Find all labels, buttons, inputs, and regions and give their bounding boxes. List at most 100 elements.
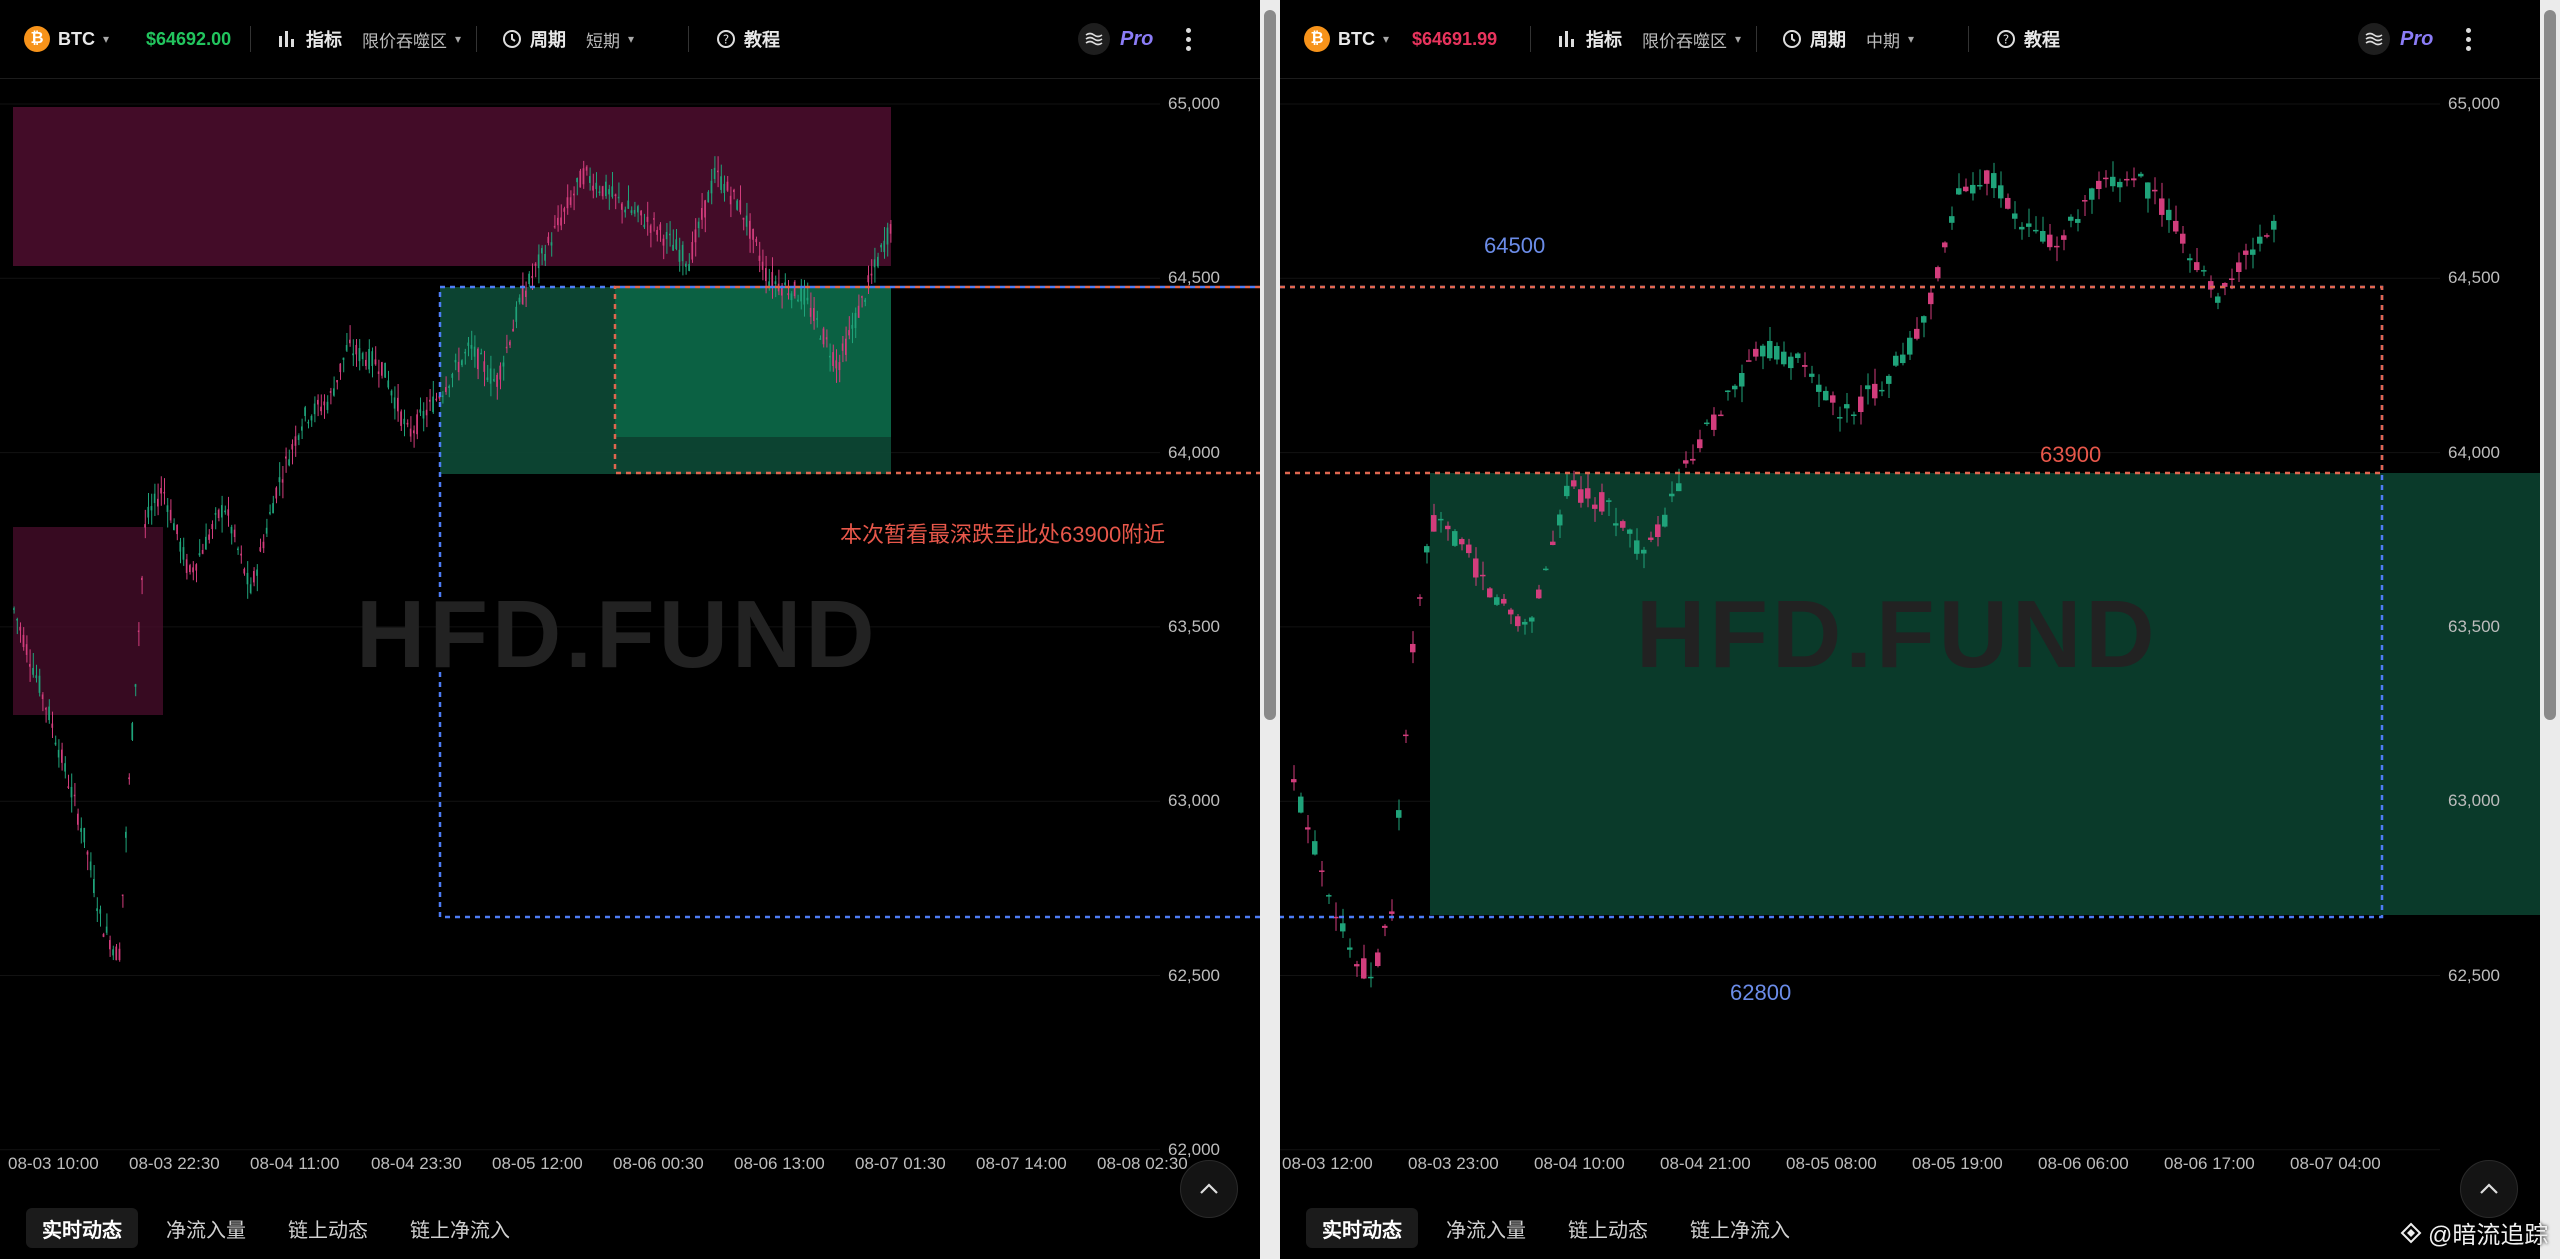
pro-button[interactable]: Pro — [2358, 0, 2433, 78]
candle — [285, 447, 287, 473]
tab-onchain[interactable]: 链上动态 — [1552, 1208, 1664, 1248]
candle — [237, 546, 239, 555]
candle — [429, 389, 431, 411]
pro-label: Pro — [2400, 27, 2434, 50]
time-tick-label: 08-06 06:00 — [2038, 1154, 2129, 1173]
time-tick-label: 08-05 08:00 — [1786, 1154, 1877, 1173]
candle — [1991, 162, 1997, 198]
candle — [83, 827, 86, 848]
tab-net-inflow[interactable]: 净流入量 — [1430, 1208, 1542, 1248]
chevron-down-icon: ▾ — [1383, 32, 1390, 46]
tutorial-label: 教程 — [744, 30, 780, 50]
candle — [179, 538, 182, 564]
indicator-label: 指标 — [1586, 30, 1622, 50]
candle — [1970, 172, 1976, 201]
price-tick-label: 63,000 — [1168, 791, 1220, 811]
pro-button[interactable]: Pro — [1078, 0, 1153, 78]
candle — [326, 395, 329, 414]
candle — [1746, 349, 1752, 362]
candle — [1410, 631, 1416, 664]
candle — [2180, 226, 2186, 254]
candle — [304, 405, 306, 422]
tab-realtime[interactable]: 实时动态 — [1306, 1208, 1418, 1248]
candle — [403, 409, 406, 437]
candle — [1942, 241, 1948, 253]
layers-icon — [1078, 23, 1110, 55]
candle — [281, 466, 284, 499]
tutorial-button[interactable]: ? 教程 — [1996, 0, 2060, 78]
indicator-selector[interactable]: 指标 限价吞噬区 ▾ — [1558, 0, 1741, 78]
scrollbar-thumb[interactable] — [1264, 10, 1276, 720]
bottom-tabs: 实时动态 净流入量 链上动态 链上净流入 — [0, 1196, 1260, 1259]
period-selector[interactable]: 周期 中期 ▾ — [1782, 0, 1914, 78]
tutorial-button[interactable]: ? 教程 — [716, 0, 780, 78]
indicator-label: 指标 — [306, 30, 342, 50]
candle — [166, 498, 169, 528]
candle — [534, 262, 537, 278]
candle — [125, 826, 127, 853]
time-tick-label: 08-07 01:30 — [855, 1154, 946, 1173]
candle — [384, 362, 386, 378]
indicator-selector[interactable]: 指标 限价吞噬区 ▾ — [278, 0, 461, 78]
candle — [2131, 167, 2137, 188]
price-tick-label: 64,000 — [2448, 442, 2500, 462]
candle — [211, 520, 214, 539]
candle — [342, 357, 345, 373]
tab-net-inflow[interactable]: 净流入量 — [150, 1208, 262, 1248]
level-label-62800: 62800 — [1730, 980, 1792, 1005]
panel-splitter-scrollbar[interactable] — [1260, 0, 1280, 1259]
period-selector[interactable]: 周期 短期 ▾ — [502, 0, 634, 78]
tab-onchain-net-inflow[interactable]: 链上净流入 — [1674, 1208, 1806, 1248]
scrollbar-thumb[interactable] — [2544, 10, 2556, 720]
candle — [521, 272, 524, 306]
candle — [425, 397, 428, 428]
candle — [73, 783, 76, 807]
toolbar: ₿ BTC ▾ $64692.00 指标 限价吞噬区 ▾ 周期 短期 ▾ ? 教… — [0, 0, 1260, 79]
candle — [51, 711, 54, 739]
toolbar: ₿ BTC ▾ $64691.99 指标 限价吞噬区 ▾ 周期 中期 ▾ ? 教… — [1280, 0, 2540, 79]
candle — [435, 392, 438, 402]
price-display: $64691.99 — [1412, 28, 1498, 49]
candle — [422, 402, 425, 432]
window-scrollbar[interactable] — [2540, 0, 2560, 1259]
more-menu-icon[interactable] — [2458, 24, 2478, 54]
bar-chart-icon — [1559, 31, 1574, 47]
period-value: 中期 — [1866, 31, 1900, 51]
candle — [102, 932, 105, 938]
candle — [1795, 352, 1801, 364]
candle — [2054, 236, 2060, 262]
time-tick-label: 08-05 12:00 — [492, 1154, 583, 1173]
candle — [400, 409, 402, 431]
candle — [1879, 381, 1885, 397]
candle — [80, 817, 82, 844]
candle — [259, 538, 262, 553]
candle — [2243, 243, 2249, 270]
symbol-selector[interactable]: ₿ BTC ▾ — [24, 0, 109, 78]
candle — [1697, 429, 1703, 453]
candle — [2257, 224, 2263, 252]
credit-text: @暗流追踪 — [2428, 1222, 2549, 1249]
candle — [198, 539, 201, 557]
candle — [736, 198, 738, 211]
symbol-selector[interactable]: ₿ BTC ▾ — [1304, 0, 1389, 78]
divider — [1756, 26, 1757, 52]
candle — [208, 529, 210, 544]
candle — [217, 508, 220, 522]
candle — [1725, 390, 1731, 401]
tab-onchain[interactable]: 链上动态 — [272, 1208, 384, 1248]
annotation-text: 本次暂看最深跌至此处63900附近 — [840, 522, 1166, 547]
candle — [2138, 171, 2144, 178]
price-tick-label: 62,500 — [1168, 965, 1220, 985]
tab-realtime[interactable]: 实时动态 — [26, 1208, 138, 1248]
tab-onchain-net-inflow[interactable]: 链上净流入 — [394, 1208, 526, 1248]
more-menu-icon[interactable] — [1178, 24, 1198, 54]
candle — [1319, 860, 1325, 887]
candle — [182, 537, 185, 566]
candle — [1424, 543, 1430, 564]
chevron-down-icon: ▾ — [628, 32, 635, 46]
candle — [1872, 368, 1878, 406]
svg-text:?: ? — [723, 33, 729, 47]
candle — [1781, 341, 1787, 367]
candle — [2215, 292, 2221, 310]
candle — [1326, 893, 1332, 904]
